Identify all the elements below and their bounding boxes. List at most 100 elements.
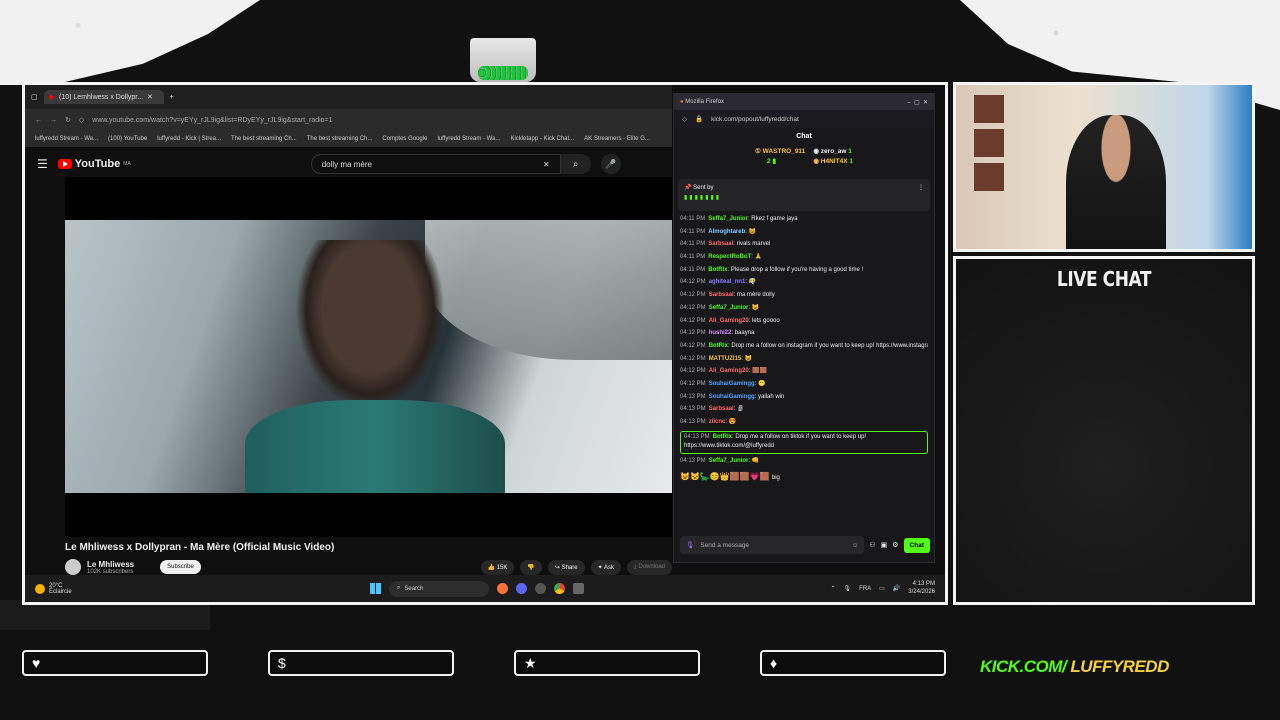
download-button[interactable]: ⤓ Download [626, 559, 672, 575]
chat-message[interactable]: 04:12 PM hushi22: baayna [680, 329, 928, 339]
network-icon[interactable]: ▭ [879, 585, 885, 592]
chat-message[interactable]: 04:12 PM BotRix: Drop me a follow on inst… [680, 342, 928, 352]
like-button[interactable]: 👍 15K [480, 559, 515, 575]
leader-name[interactable]: zero_aw [821, 148, 847, 155]
settings-gear-icon[interactable]: ⚙ [892, 541, 898, 549]
message-username[interactable]: Sarbsaai [709, 292, 734, 298]
chat-message[interactable]: 04:13 PM Sarbsaai: 🗿 [680, 405, 928, 415]
microphone-icon[interactable]: 🎙 [844, 585, 852, 592]
message-username[interactable]: Almoghtareb [708, 229, 745, 235]
maximize-icon[interactable]: ▢ [914, 100, 920, 106]
chat-message[interactable]: 04:12 PM SouhaiGamingg: 😶 [680, 380, 928, 390]
chat-message[interactable]: 04:13 PM ziicnc: 😍 [680, 418, 928, 428]
chat-message[interactable]: 04:12 PM Sarbsaai: ma mère dolly [680, 291, 928, 301]
youtube-logo[interactable]: YouTube MA [57, 158, 131, 170]
message-username[interactable]: aghiteal_nn1 [709, 279, 746, 285]
message-username[interactable]: RespectRoBoT [708, 254, 751, 260]
taskbar-search[interactable]: ⌕ Search [389, 580, 489, 597]
weather-widget[interactable]: 20°C Éclaircie [35, 583, 72, 595]
message-username[interactable]: ziicnc [709, 419, 726, 425]
clock[interactable]: 4:13 PM 3/24/2026 [908, 581, 935, 595]
window-menu-icon[interactable]: ▢ [31, 93, 38, 101]
gift-subs-icon[interactable]: ⚇ [869, 541, 875, 549]
calculator-app-icon[interactable] [573, 583, 584, 594]
ask-button[interactable]: ✦ Ask [590, 559, 621, 575]
message-username[interactable]: BotRix [709, 343, 728, 349]
close-icon[interactable]: ✕ [923, 100, 928, 106]
channel-avatar[interactable] [65, 559, 81, 575]
bookmark-item[interactable]: AK Streamers - Elite G... [584, 136, 650, 142]
chat-message[interactable]: 04:12 PM aghiteal_nn1: 😶‍🌫️ [680, 278, 928, 288]
forward-icon[interactable]: → [50, 117, 57, 124]
chat-message[interactable]: 04:11 PM Almoghtareb: 😺 [680, 228, 928, 238]
clear-search-icon[interactable]: ✕ [543, 160, 550, 169]
message-username[interactable]: Ali_Gaming20 [709, 318, 749, 324]
bookmark-item[interactable]: The best streaming Ch... [231, 136, 297, 142]
store-icon[interactable]: ▣ [881, 541, 888, 549]
bookmark-item[interactable]: The best streaming Ch... [307, 136, 373, 142]
browser-tab[interactable]: ▶ (10) Lemhlwess x Dollypr... ✕ [43, 90, 164, 104]
message-username[interactable]: Seffa7_Junior [709, 458, 749, 464]
chat-message-input[interactable]: 🎙 Send a message ☺ [680, 536, 865, 554]
bookmark-item[interactable]: (100) YouTube [108, 136, 147, 142]
message-username[interactable]: BotRix [713, 434, 732, 440]
channel-name[interactable]: Le Mhliwess [87, 560, 134, 569]
url-field[interactable]: www.youtube.com/watch?v=yEYy_rJL9ig&list… [92, 117, 332, 124]
back-icon[interactable]: ← [35, 117, 42, 124]
obs-app-icon[interactable] [535, 583, 546, 594]
pinned-message[interactable]: 📌 Sent by ⋮ ▮▮▮▮▮▮▮ [678, 179, 930, 211]
message-username[interactable]: Sarbsaai [709, 406, 734, 412]
bookmark-item[interactable]: luffyredd Stream - Wa... [437, 136, 500, 142]
windows-start-icon[interactable] [370, 583, 381, 594]
chevron-up-icon[interactable]: ⌃ [830, 585, 835, 592]
language-indicator[interactable]: FRA [859, 586, 871, 592]
message-username[interactable]: Seffa7_Junior [709, 305, 749, 311]
chat-message[interactable]: 04:12 PM Ali_Gaming20: lets goooo [680, 317, 928, 327]
hamburger-menu-icon[interactable]: ☰ [37, 157, 48, 171]
chat-message[interactable]: 04:12 PM Ali_Gaming20: 🟫🟫 [680, 367, 928, 377]
message-username[interactable]: hushi22 [709, 330, 732, 336]
firefox-app-icon[interactable] [497, 583, 508, 594]
subscribe-button[interactable]: Subscribe [160, 560, 201, 574]
chat-message[interactable]: 04:13 PM BotRix: Drop me a follow on tikt… [680, 430, 928, 454]
message-username[interactable]: BotRix [708, 267, 727, 273]
microphone-icon[interactable]: 🎙 [686, 541, 694, 549]
video-player[interactable] [65, 177, 672, 537]
search-button[interactable]: ⌕ [560, 154, 591, 174]
dislike-button[interactable]: 👎 [520, 559, 542, 575]
message-username[interactable]: SouhaiGamingg [709, 394, 755, 400]
chat-message[interactable]: 04:13 PM SouhaiGamingg: yallah win [680, 393, 928, 403]
reload-icon[interactable]: ↻ [65, 116, 71, 124]
chat-message[interactable]: 04:11 PM Sarbsaai: rivals marvel [680, 240, 928, 250]
more-options-icon[interactable]: ⋮ [918, 184, 924, 191]
chrome-app-icon[interactable] [554, 583, 565, 594]
message-username[interactable]: Sarbsaai [708, 241, 733, 247]
leader-name[interactable]: H4NIT4X [821, 158, 848, 165]
leader-name[interactable]: WASTRO_911 [763, 148, 806, 155]
send-chat-button[interactable]: Chat [903, 537, 930, 553]
shield-icon[interactable]: ◇ [682, 115, 687, 123]
discord-app-icon[interactable] [516, 583, 527, 594]
bookmark-item[interactable]: Kickletapp - Kick Chat... [510, 136, 574, 142]
emoji-icon[interactable]: ☺ [852, 542, 859, 549]
new-tab-icon[interactable]: + [170, 94, 174, 101]
voice-search-button[interactable]: 🎤 [600, 154, 621, 174]
volume-icon[interactable]: 🔊 [893, 585, 900, 592]
kick-url-field[interactable]: kick.com/popout/luffyredd/chat [711, 116, 799, 123]
chat-message[interactable]: 04:13 PM Seffa7_Junior: 👊 [680, 457, 928, 467]
shield-icon[interactable]: ◇ [79, 116, 84, 124]
chat-message[interactable]: 04:11 PM Seffa7_Junior: Rkez f game jaya [680, 215, 928, 225]
bookmark-item[interactable]: luffyredd - Kick | Strea... [157, 136, 221, 142]
chat-message[interactable]: 04:11 PM BotRix: Please drop a follow if … [680, 266, 928, 276]
message-username[interactable]: SouhaiGamingg [709, 381, 755, 387]
message-username[interactable]: Ali_Gaming20 [709, 368, 749, 374]
message-username[interactable]: Seffa7_Junior [708, 216, 748, 222]
youtube-search-input[interactable]: dolly ma mère ✕ [310, 154, 561, 174]
chat-message[interactable]: 04:11 PM RespectRoBoT: 🙏 [680, 253, 928, 263]
minimize-icon[interactable]: – [907, 100, 910, 106]
message-username[interactable]: MATTUZI15 [709, 356, 742, 362]
bookmark-item[interactable]: luffyredd Stream - Wa... [35, 136, 98, 142]
tab-close-icon[interactable]: ✕ [147, 93, 153, 101]
bookmark-item[interactable]: Comptes Google [382, 136, 427, 142]
share-button[interactable]: ↪ Share [547, 559, 585, 575]
